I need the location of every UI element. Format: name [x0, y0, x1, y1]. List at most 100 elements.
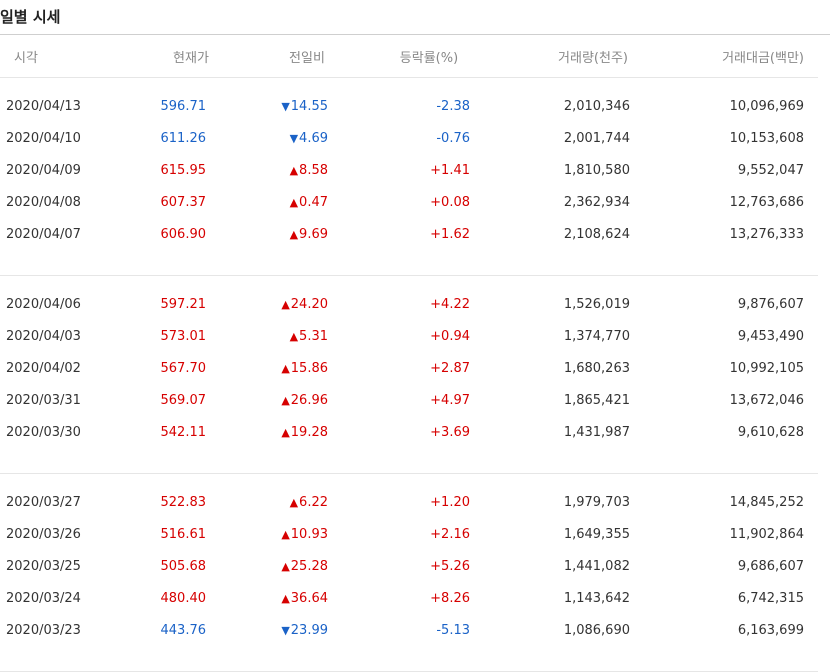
table-row: 2020/04/10 611.26 ▼4.69 -0.76 2,001,744 10,15… — [0, 122, 818, 154]
volume-cell: 1,979,703 — [563, 494, 630, 510]
amount-cell: 6,742,315 — [737, 590, 804, 606]
amount-cell: 6,163,699 — [737, 622, 804, 638]
price-cell: 480.40 — [160, 590, 207, 606]
date-cell: 2020/04/08 — [6, 194, 81, 210]
rate-cell: -2.38 — [436, 98, 470, 114]
up-arrow-icon: ▲ — [281, 361, 290, 375]
separator-cell — [0, 646, 818, 672]
table-row: 2020/04/07 606.90 ▲9.69 +1.62 2,108,624 13,27… — [0, 218, 818, 250]
volume-cell: 1,143,642 — [563, 590, 630, 606]
change-value: 9.69 — [299, 226, 328, 242]
price-cell: 615.95 — [160, 162, 207, 178]
rate-cell: +2.16 — [430, 526, 470, 542]
group-separator — [0, 448, 818, 474]
change-value: 5.31 — [299, 328, 328, 344]
rate-cell: +4.97 — [430, 392, 470, 408]
rate-cell: +8.26 — [430, 590, 470, 606]
table-row: 2020/03/26 516.61 ▲10.93 +2.16 1,649,355 11,9… — [0, 518, 818, 550]
up-arrow-icon: ▲ — [289, 329, 299, 343]
date-cell: 2020/03/26 — [6, 526, 81, 542]
change-value: 36.64 — [290, 590, 328, 606]
change-value: 26.96 — [290, 392, 328, 408]
date-cell: 2020/03/27 — [6, 494, 81, 510]
up-arrow-icon: ▲ — [289, 495, 299, 509]
page-title: 일별 시세 — [0, 8, 61, 26]
group-gap — [0, 276, 818, 289]
rate-cell: +5.26 — [430, 558, 470, 574]
volume-cell: 1,374,770 — [563, 328, 630, 344]
table-row: 2020/03/24 480.40 ▲36.64 +8.26 1,143,642 6,74… — [0, 582, 818, 614]
rate-cell: +1.20 — [430, 494, 470, 510]
change-value: 4.69 — [299, 130, 328, 146]
change-cell: ▼23.99 — [238, 614, 352, 646]
price-cell: 611.26 — [160, 130, 207, 146]
up-arrow-icon: ▲ — [281, 425, 290, 439]
table-row: 2020/04/09 615.95 ▲8.58 +1.41 1,810,580 9,552… — [0, 154, 818, 186]
change-cell: ▼4.69 — [238, 122, 352, 154]
change-value: 6.22 — [299, 494, 328, 510]
change-cell: ▲24.20 — [238, 288, 352, 320]
amount-cell: 12,763,686 — [729, 194, 804, 210]
change-value: 19.28 — [290, 424, 328, 440]
amount-cell: 10,096,969 — [729, 98, 804, 114]
rate-cell: +4.22 — [430, 296, 470, 312]
table-row: 2020/04/13 596.71 ▼14.55 -2.38 2,010,346 10,0… — [0, 90, 818, 122]
daily-price-table: 시각 현재가 전일비 등락률(%) 거래량(천주) 거래대금(백만) 2020/… — [0, 35, 818, 672]
up-arrow-icon: ▲ — [289, 227, 299, 241]
up-arrow-icon: ▲ — [281, 297, 290, 311]
amount-cell: 9,552,047 — [737, 162, 804, 178]
up-arrow-icon: ▲ — [289, 163, 299, 177]
date-cell: 2020/04/10 — [6, 130, 81, 146]
change-value: 25.28 — [290, 558, 328, 574]
volume-cell: 2,362,934 — [563, 194, 630, 210]
change-cell: ▲15.86 — [238, 352, 352, 384]
table-row: 2020/03/27 522.83 ▲6.22 +1.20 1,979,703 14,84… — [0, 486, 818, 518]
price-cell: 569.07 — [160, 392, 207, 408]
change-cell: ▲10.93 — [238, 518, 352, 550]
amount-cell: 10,153,608 — [729, 130, 804, 146]
volume-cell: 1,865,421 — [563, 392, 630, 408]
date-cell: 2020/03/23 — [6, 622, 81, 638]
date-cell: 2020/04/13 — [6, 98, 81, 114]
group-separator — [0, 250, 818, 276]
volume-cell: 1,086,690 — [563, 622, 630, 638]
change-cell: ▲8.58 — [238, 154, 352, 186]
price-cell: 597.21 — [160, 296, 207, 312]
volume-cell: 2,108,624 — [563, 226, 630, 242]
change-value: 23.99 — [290, 622, 328, 638]
down-arrow-icon: ▼ — [281, 99, 290, 113]
price-cell: 573.01 — [160, 328, 207, 344]
amount-cell: 10,992,105 — [729, 360, 804, 376]
rate-cell: +0.94 — [430, 328, 470, 344]
volume-cell: 1,431,987 — [563, 424, 630, 440]
group-gap — [0, 474, 818, 487]
separator-cell — [0, 250, 818, 276]
table-row: 2020/04/02 567.70 ▲15.86 +2.87 1,680,263 10,9… — [0, 352, 818, 384]
separator-cell — [0, 77, 818, 90]
volume-cell: 1,680,263 — [563, 360, 630, 376]
amount-cell: 13,672,046 — [729, 392, 804, 408]
down-arrow-icon: ▼ — [289, 131, 299, 145]
price-cell: 522.83 — [160, 494, 207, 510]
price-cell: 607.37 — [160, 194, 207, 210]
up-arrow-icon: ▲ — [281, 393, 290, 407]
col-header-price: 현재가 — [173, 50, 209, 66]
rate-cell: +1.62 — [430, 226, 470, 242]
table-row: 2020/03/23 443.76 ▼23.99 -5.13 1,086,690 6,16… — [0, 614, 818, 646]
date-cell: 2020/04/07 — [6, 226, 81, 242]
col-header-volume: 거래량(천주) — [558, 50, 628, 66]
col-header-time: 시각 — [14, 50, 38, 66]
amount-cell: 9,876,607 — [737, 296, 804, 312]
date-cell: 2020/03/30 — [6, 424, 81, 440]
separator-cell — [0, 448, 818, 474]
rate-cell: -0.76 — [436, 130, 470, 146]
volume-cell: 1,526,019 — [563, 296, 630, 312]
down-arrow-icon: ▼ — [281, 623, 290, 637]
table-row: 2020/04/08 607.37 ▲0.47 +0.08 2,362,934 12,76… — [0, 186, 818, 218]
change-value: 10.93 — [290, 526, 328, 542]
up-arrow-icon: ▲ — [281, 527, 290, 541]
group-separator — [0, 646, 818, 672]
table-row: 2020/03/31 569.07 ▲26.96 +4.97 1,865,421 13,6… — [0, 384, 818, 416]
price-cell: 542.11 — [160, 424, 207, 440]
up-arrow-icon: ▲ — [281, 559, 290, 573]
